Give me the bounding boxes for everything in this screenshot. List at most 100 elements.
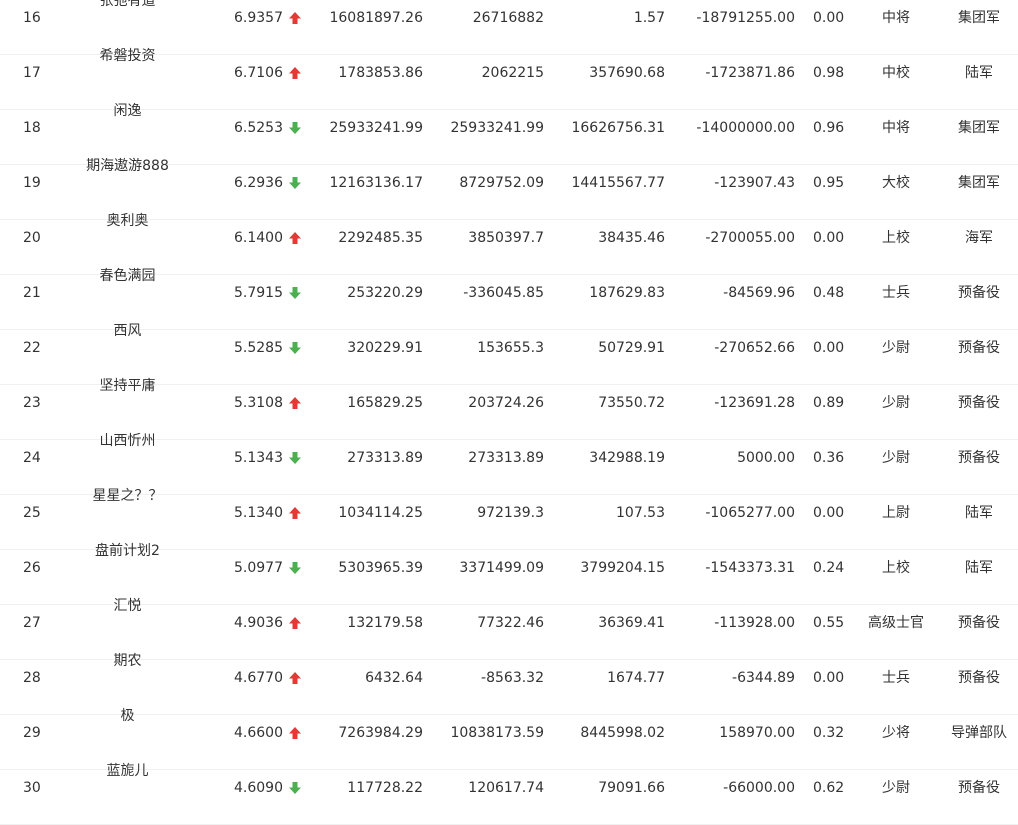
arrow-up-icon [288, 616, 302, 630]
rank-title-cell: 少尉 [882, 780, 910, 796]
name-cell: 张弛有道 [99, 0, 156, 9]
corps-cell: 集团军 [958, 10, 1000, 26]
corps-cell: 预备役 [958, 340, 1000, 356]
value-4-cell: -14000000.00 [696, 120, 795, 136]
corps-cell: 预备役 [958, 670, 1000, 686]
name-cell: 坚持平庸 [99, 378, 156, 394]
score-cell: 6.7106 [234, 65, 283, 81]
rank-cell: 27 [23, 615, 41, 631]
value-1-cell: 320229.91 [347, 340, 423, 356]
corps-cell: 预备役 [958, 395, 1000, 411]
value-4-cell: -66000.00 [723, 780, 795, 796]
value-1-cell: 2292485.35 [338, 230, 423, 246]
score-cell: 6.2936 [234, 175, 283, 191]
value-2-cell: 273313.89 [468, 450, 544, 466]
arrow-up-icon [288, 396, 302, 410]
rank-title-cell: 少尉 [882, 395, 910, 411]
value-4-cell: -84569.96 [723, 285, 795, 301]
rank-title-cell: 少将 [882, 725, 910, 741]
corps-cell: 集团军 [958, 120, 1000, 136]
value-3-cell: 8445998.02 [580, 725, 665, 741]
rank-title-cell: 高级士官 [868, 615, 924, 631]
value-4-cell: 158970.00 [719, 725, 795, 741]
arrow-down-icon [288, 121, 302, 135]
rank-cell: 24 [23, 450, 41, 466]
ratio-cell: 0.48 [813, 285, 845, 301]
value-3-cell: 16626756.31 [571, 120, 665, 136]
arrow-up-icon [288, 671, 302, 685]
rank-title-cell: 少尉 [882, 340, 910, 356]
ratio-cell: 0.00 [813, 340, 845, 356]
value-2-cell: 8729752.09 [459, 175, 544, 191]
rank-title-cell: 中将 [882, 120, 910, 136]
rank-cell: 25 [23, 505, 41, 521]
rank-title-cell: 上尉 [882, 505, 910, 521]
value-4-cell: -113928.00 [714, 615, 795, 631]
rank-title-cell: 上校 [882, 560, 910, 576]
ratio-cell: 0.00 [813, 230, 845, 246]
value-4-cell: -1065277.00 [705, 505, 795, 521]
arrow-up-icon [288, 506, 302, 520]
name-cell: 盘前计划2 [95, 543, 160, 559]
arrow-up-icon [288, 726, 302, 740]
value-3-cell: 50729.91 [598, 340, 665, 356]
value-2-cell: 10838173.59 [450, 725, 544, 741]
ratio-cell: 0.36 [813, 450, 845, 466]
value-3-cell: 107.53 [616, 505, 665, 521]
value-4-cell: -1723871.86 [705, 65, 795, 81]
score-cell: 4.6770 [234, 670, 283, 686]
value-3-cell: 36369.41 [598, 615, 665, 631]
value-2-cell: 120617.74 [468, 780, 544, 796]
arrow-down-icon [288, 781, 302, 795]
name-cell: 西风 [113, 323, 142, 339]
name-cell: 期农 [113, 653, 142, 669]
corps-cell: 陆军 [965, 505, 993, 521]
value-1-cell: 25933241.99 [329, 120, 423, 136]
score-cell: 5.7915 [234, 285, 283, 301]
value-2-cell: -336045.85 [463, 285, 544, 301]
rank-cell: 26 [23, 560, 41, 576]
score-cell: 5.1343 [234, 450, 283, 466]
corps-cell: 集团军 [958, 175, 1000, 191]
rank-cell: 23 [23, 395, 41, 411]
value-2-cell: 3371499.09 [459, 560, 544, 576]
value-3-cell: 38435.46 [598, 230, 665, 246]
corps-cell: 海军 [965, 230, 993, 246]
name-cell: 星星之？？ [92, 488, 163, 504]
value-3-cell: 3799204.15 [580, 560, 665, 576]
value-1-cell: 12163136.17 [329, 175, 423, 191]
value-2-cell: 25933241.99 [450, 120, 544, 136]
rank-title-cell: 中将 [882, 10, 910, 26]
value-2-cell: 203724.26 [468, 395, 544, 411]
rank-cell: 16 [23, 10, 41, 26]
value-2-cell: 2062215 [481, 65, 544, 81]
ratio-cell: 0.00 [813, 670, 845, 686]
value-1-cell: 1034114.25 [338, 505, 423, 521]
name-cell: 蓝旎儿 [106, 763, 149, 779]
rank-title-cell: 士兵 [882, 670, 910, 686]
arrow-down-icon [288, 341, 302, 355]
ratio-cell: 0.55 [813, 615, 845, 631]
rank-cell: 21 [23, 285, 41, 301]
value-3-cell: 357690.68 [589, 65, 665, 81]
name-cell: 春色满园 [99, 268, 156, 284]
value-3-cell: 342988.19 [589, 450, 665, 466]
value-2-cell: -8563.32 [481, 670, 544, 686]
ratio-cell: 0.95 [813, 175, 845, 191]
value-3-cell: 1674.77 [607, 670, 665, 686]
rank-cell: 22 [23, 340, 41, 356]
value-4-cell: -123691.28 [714, 395, 795, 411]
rank-cell: 18 [23, 120, 41, 136]
value-4-cell: -6344.89 [732, 670, 795, 686]
corps-cell: 导弹部队 [951, 725, 1007, 741]
arrow-up-icon [288, 66, 302, 80]
arrow-down-icon [288, 176, 302, 190]
value-4-cell: 5000.00 [737, 450, 795, 466]
rank-title-cell: 大校 [882, 175, 910, 191]
name-cell: 期海遨游888 [86, 158, 169, 174]
score-cell: 6.5253 [234, 120, 283, 136]
ratio-cell: 0.00 [813, 10, 845, 26]
score-cell: 4.6090 [234, 780, 283, 796]
score-cell: 6.1400 [234, 230, 283, 246]
value-1-cell: 5303965.39 [338, 560, 423, 576]
